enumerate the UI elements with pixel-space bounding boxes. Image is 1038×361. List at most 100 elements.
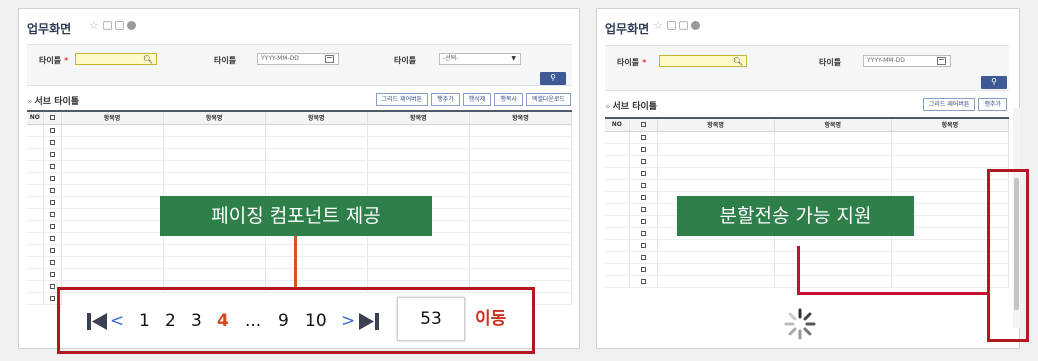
table-cell[interactable] [657, 179, 775, 192]
search-icon[interactable]: 🔍︎ [143, 55, 153, 65]
table-cell[interactable] [61, 220, 164, 233]
row-checkbox[interactable] [49, 151, 55, 157]
table-cell[interactable] [657, 251, 775, 264]
row-checkbox[interactable] [49, 127, 55, 133]
table-cell[interactable] [629, 275, 658, 288]
row-checkbox[interactable] [640, 278, 646, 284]
table-cell[interactable] [469, 268, 573, 281]
table-cell[interactable] [163, 184, 266, 197]
table-cell[interactable] [629, 203, 658, 216]
table-cell[interactable] [657, 275, 775, 288]
table-row[interactable] [605, 155, 1010, 168]
table-row[interactable] [27, 256, 573, 269]
table-cell[interactable] [265, 160, 368, 173]
table-cell[interactable] [774, 251, 892, 264]
table-cell[interactable] [469, 256, 573, 269]
table-cell[interactable] [469, 208, 573, 221]
table-cell[interactable] [43, 244, 62, 257]
table-cell[interactable] [367, 172, 470, 185]
select-field[interactable]: -선택- ▼ [439, 53, 521, 65]
table-cell[interactable] [605, 215, 630, 228]
row-checkbox[interactable] [49, 295, 55, 301]
table-cell[interactable] [163, 160, 266, 173]
checkbox-icon[interactable] [640, 122, 646, 128]
table-cell[interactable] [43, 232, 62, 245]
add-row-button[interactable]: 행추가 [978, 98, 1007, 111]
table-row[interactable] [605, 143, 1010, 156]
table-cell[interactable] [367, 184, 470, 197]
table-row[interactable] [27, 136, 573, 149]
table-cell[interactable] [27, 232, 44, 245]
table-cell[interactable] [657, 131, 775, 144]
table-cell[interactable] [27, 220, 44, 233]
table-cell[interactable] [367, 268, 470, 281]
row-checkbox[interactable] [49, 187, 55, 193]
table-cell[interactable] [43, 172, 62, 185]
table-cell[interactable] [61, 208, 164, 221]
table-cell[interactable] [27, 160, 44, 173]
table-row[interactable] [605, 275, 1010, 288]
table-cell[interactable] [605, 227, 630, 240]
table-cell[interactable] [61, 124, 164, 137]
table-cell[interactable] [629, 251, 658, 264]
table-row[interactable] [27, 124, 573, 137]
table-cell[interactable] [605, 251, 630, 264]
table-cell[interactable] [774, 167, 892, 180]
table-cell[interactable] [629, 143, 658, 156]
table-cell[interactable] [27, 268, 44, 281]
table-row[interactable] [605, 251, 1010, 264]
calendar-icon[interactable] [325, 55, 334, 63]
select-all-checkbox[interactable] [629, 119, 658, 132]
grid-control-button[interactable]: 그리드 제어버튼 [922, 98, 976, 111]
row-checkbox[interactable] [640, 194, 646, 200]
table-cell[interactable] [605, 155, 630, 168]
table-cell[interactable] [605, 239, 630, 252]
row-checkbox[interactable] [640, 158, 646, 164]
table-cell[interactable] [265, 124, 368, 137]
excel-download-button[interactable]: 엑셀다운로드 [525, 93, 571, 106]
table-cell[interactable] [27, 172, 44, 185]
table-cell[interactable] [605, 143, 630, 156]
table-cell[interactable] [891, 155, 1010, 168]
table-cell[interactable] [629, 155, 658, 168]
row-checkbox[interactable] [640, 182, 646, 188]
search-input[interactable]: 🔍︎ [75, 53, 157, 65]
table-cell[interactable] [27, 136, 44, 149]
table-cell[interactable] [61, 232, 164, 245]
row-checkbox[interactable] [49, 223, 55, 229]
help-icon[interactable] [127, 21, 136, 30]
table-cell[interactable] [27, 208, 44, 221]
table-cell[interactable] [629, 131, 658, 144]
table-cell[interactable] [43, 220, 62, 233]
table-cell[interactable] [27, 124, 44, 137]
table-cell[interactable] [469, 136, 573, 149]
table-cell[interactable] [469, 220, 573, 233]
table-cell[interactable] [43, 160, 62, 173]
delete-row-button[interactable]: 행삭제 [462, 93, 492, 106]
table-cell[interactable] [657, 239, 775, 252]
table-cell[interactable] [605, 131, 630, 144]
table-cell[interactable] [629, 179, 658, 192]
table-cell[interactable] [43, 208, 62, 221]
table-cell[interactable] [163, 244, 266, 257]
table-cell[interactable] [163, 124, 266, 137]
table-cell[interactable] [629, 191, 658, 204]
row-checkbox[interactable] [640, 266, 646, 272]
table-row[interactable] [27, 244, 573, 257]
table-cell[interactable] [43, 136, 62, 149]
grid-control-button[interactable]: 그리드 제어버튼 [375, 93, 429, 106]
table-cell[interactable] [657, 263, 775, 276]
edit-icon[interactable] [679, 21, 688, 30]
add-row-button[interactable]: 행추가 [431, 93, 460, 106]
table-cell[interactable] [605, 263, 630, 276]
row-checkbox[interactable] [49, 271, 55, 277]
table-cell[interactable] [27, 184, 44, 197]
table-cell[interactable] [469, 172, 573, 185]
table-cell[interactable] [367, 160, 470, 173]
table-cell[interactable] [61, 136, 164, 149]
table-cell[interactable] [774, 239, 892, 252]
table-row[interactable] [27, 268, 573, 281]
table-cell[interactable] [657, 143, 775, 156]
row-checkbox[interactable] [49, 139, 55, 145]
table-cell[interactable] [774, 263, 892, 276]
